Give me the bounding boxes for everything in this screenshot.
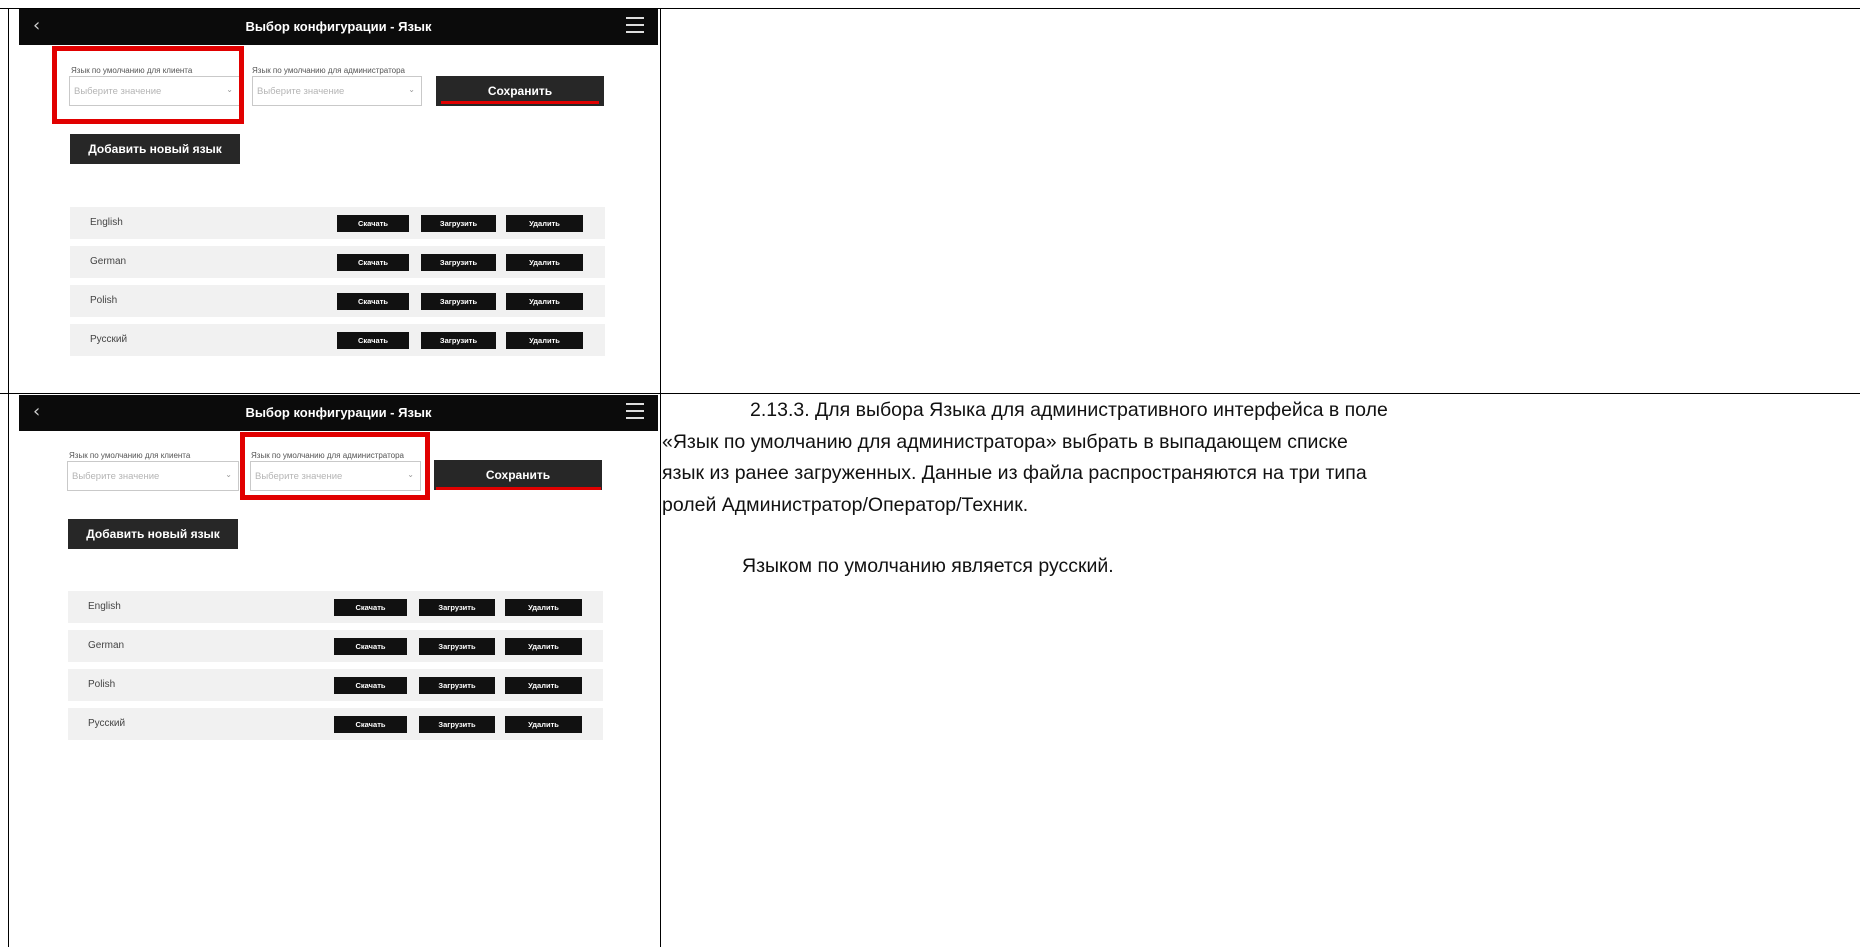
page-title: Выбор конфигурации - Язык (245, 405, 432, 420)
language-row: German Скачать Загрузить Удалить (70, 246, 605, 278)
upload-button[interactable]: Загрузить (419, 638, 495, 655)
save-underline (436, 487, 601, 490)
upload-button[interactable]: Загрузить (421, 332, 496, 349)
instruction-text: 2.13.3. Для выбора Языка для администрат… (662, 395, 1860, 583)
delete-button[interactable]: Удалить (505, 716, 582, 733)
language-row: English Скачать Загрузить Удалить (70, 207, 605, 239)
language-name: German (88, 640, 125, 651)
language-name: Polish (88, 679, 116, 690)
delete-button[interactable]: Удалить (505, 677, 582, 694)
top-bar: ‹ Выбор конфигурации - Язык (19, 9, 658, 45)
delete-button[interactable]: Удалить (506, 332, 583, 349)
download-button[interactable]: Скачать (337, 332, 409, 349)
instruction-line: ролей Администратор/Оператор/Техник. (662, 493, 1029, 516)
language-name: Polish (90, 295, 118, 306)
screenshot-admin-language: ‹ Выбор конфигурации - Язык Язык по умол… (19, 395, 658, 775)
table-row-divider (0, 393, 1860, 394)
language-row: English Скачать Загрузить Удалить (68, 591, 603, 623)
language-name: English (90, 217, 123, 228)
download-button[interactable]: Скачать (337, 254, 409, 271)
dropdown-chevron-icon: ⌄ (225, 470, 232, 479)
upload-button[interactable]: Загрузить (421, 293, 496, 310)
highlight-frame (240, 432, 430, 500)
add-language-button[interactable]: Добавить новый язык (70, 134, 240, 164)
table-column-divider (660, 8, 661, 947)
screenshot-client-language: ‹ Выбор конфигурации - Язык Язык по умол… (19, 9, 658, 384)
client-language-placeholder: Выберите значение (72, 471, 160, 482)
upload-button[interactable]: Загрузить (419, 599, 495, 616)
language-row: Polish Скачать Загрузить Удалить (70, 285, 605, 317)
hamburger-menu-icon[interactable] (626, 17, 644, 38)
delete-button[interactable]: Удалить (506, 254, 583, 271)
upload-button[interactable]: Загрузить (421, 254, 496, 271)
add-language-button[interactable]: Добавить новый язык (68, 519, 238, 549)
client-language-label: Язык по умолчанию для клиента (69, 451, 191, 460)
top-bar: ‹ Выбор конфигурации - Язык (19, 395, 658, 431)
default-language-note: Языком по умолчанию является русский. (742, 555, 1114, 577)
delete-button[interactable]: Удалить (506, 293, 583, 310)
delete-button[interactable]: Удалить (505, 599, 582, 616)
save-underline (441, 101, 599, 104)
upload-button[interactable]: Загрузить (419, 677, 495, 694)
download-button[interactable]: Скачать (334, 716, 407, 733)
hamburger-menu-icon[interactable] (626, 403, 644, 424)
upload-button[interactable]: Загрузить (419, 716, 495, 733)
language-name: English (88, 601, 121, 612)
language-name: Русский (90, 334, 128, 345)
instruction-line: «Язык по умолчанию для администратора» в… (662, 430, 1348, 453)
download-button[interactable]: Скачать (337, 293, 409, 310)
instruction-line: язык из ранее загруженных. Данные из фай… (662, 462, 1367, 484)
upload-button[interactable]: Загрузить (421, 215, 496, 232)
language-name: German (90, 256, 127, 267)
admin-language-placeholder: Выберите значение (257, 86, 345, 97)
download-button[interactable]: Скачать (334, 677, 407, 694)
save-button[interactable]: Сохранить (434, 460, 602, 490)
dropdown-chevron-icon: ⌄ (408, 85, 415, 94)
table-border-left (8, 8, 9, 947)
language-row: Русский Скачать Загрузить Удалить (70, 324, 605, 356)
download-button[interactable]: Скачать (334, 599, 407, 616)
download-button[interactable]: Скачать (337, 215, 409, 232)
admin-language-select[interactable]: Выберите значение ⌄ (252, 76, 422, 106)
delete-button[interactable]: Удалить (505, 638, 582, 655)
language-name: Русский (88, 718, 126, 729)
delete-button[interactable]: Удалить (506, 215, 583, 232)
language-row: Polish Скачать Загрузить Удалить (68, 669, 603, 701)
instruction-line: 2.13.3. Для выбора Языка для администрат… (750, 399, 1388, 421)
download-button[interactable]: Скачать (334, 638, 407, 655)
highlight-frame (52, 46, 244, 124)
language-row: German Скачать Загрузить Удалить (68, 630, 603, 662)
page-title: Выбор конфигурации - Язык (245, 19, 432, 34)
language-row: Русский Скачать Загрузить Удалить (68, 708, 603, 740)
client-language-select[interactable]: Выберите значение ⌄ (67, 461, 239, 491)
admin-language-label: Язык по умолчанию для администратора (252, 66, 405, 75)
